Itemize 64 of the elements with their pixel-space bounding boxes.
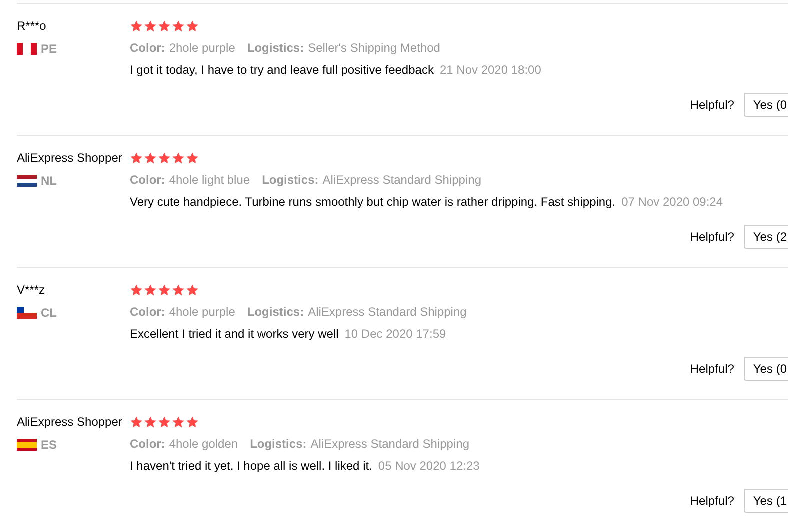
yes-button[interactable]: Yes (0 bbox=[744, 93, 788, 117]
star-icon bbox=[172, 416, 185, 428]
helpful-label: Helpful? bbox=[690, 229, 734, 246]
star-icon bbox=[158, 20, 171, 32]
country-code: ES bbox=[41, 437, 58, 454]
helpful-label: Helpful? bbox=[690, 97, 734, 114]
star-icon bbox=[144, 416, 157, 428]
star-icon bbox=[158, 416, 171, 428]
star-icon bbox=[158, 284, 171, 296]
color-label: Color: bbox=[130, 437, 166, 451]
country-code: CL bbox=[41, 305, 57, 322]
color-value: 4hole light blue bbox=[169, 173, 250, 187]
country-code: PE bbox=[41, 41, 58, 58]
helpful-label: Helpful? bbox=[690, 493, 734, 510]
review-date: 07 Nov 2020 09:24 bbox=[622, 195, 724, 209]
yes-button[interactable]: Yes (2 bbox=[744, 225, 788, 249]
star-icon bbox=[130, 284, 143, 296]
logistics-label: Logistics: bbox=[247, 41, 304, 55]
review-date: 05 Nov 2020 12:23 bbox=[378, 459, 480, 473]
color-label: Color: bbox=[130, 41, 166, 55]
logistics-label: Logistics: bbox=[247, 305, 304, 319]
color-label: Color: bbox=[130, 305, 166, 319]
reviewer-name: AliExpress Shopper bbox=[17, 150, 124, 166]
logistics-value: AliExpress Standard Shipping bbox=[308, 305, 467, 319]
review-date: 21 Nov 2020 18:00 bbox=[440, 63, 542, 77]
star-icon bbox=[172, 152, 185, 164]
helpful-label: Helpful? bbox=[690, 361, 734, 378]
logistics-label: Logistics: bbox=[262, 173, 319, 187]
color-value: 4hole purple bbox=[169, 305, 236, 319]
star-icon bbox=[186, 20, 199, 32]
review-text: Excellent I tried it and it works very well bbox=[130, 327, 339, 341]
star-icon bbox=[158, 152, 171, 164]
star-icon bbox=[130, 20, 143, 32]
reviewer-name: AliExpress Shopper bbox=[17, 414, 124, 430]
star-icon bbox=[186, 152, 199, 164]
review-text: I haven't tried it yet. I hope all is well. I liked it. bbox=[130, 459, 372, 473]
review-date: 10 Dec 2020 17:59 bbox=[344, 327, 446, 341]
star-icon bbox=[144, 152, 157, 164]
flag-icon bbox=[17, 175, 37, 187]
color-label: Color: bbox=[130, 173, 166, 187]
star-icon bbox=[186, 284, 199, 296]
flag-icon bbox=[17, 307, 37, 319]
color-value: 4hole golden bbox=[169, 437, 238, 451]
color-value: 2hole purple bbox=[169, 41, 236, 55]
yes-button[interactable]: Yes (0 bbox=[744, 357, 788, 381]
star-icon bbox=[144, 284, 157, 296]
star-icon bbox=[172, 20, 185, 32]
logistics-label: Logistics: bbox=[250, 437, 307, 451]
logistics-value: AliExpress Standard Shipping bbox=[310, 437, 470, 451]
star-icon bbox=[172, 284, 185, 296]
star-icon bbox=[130, 152, 143, 164]
review-text: I got it today, I have to try and leave full positive feedback bbox=[130, 63, 434, 77]
star-icon bbox=[186, 416, 199, 428]
star-icon bbox=[130, 416, 143, 428]
country-code: NL bbox=[41, 173, 57, 190]
yes-button[interactable]: Yes (1 bbox=[744, 489, 788, 513]
review-text: Very cute handpiece. Turbine runs smoothly but chip water is rather dripping. Fast shipping. bbox=[130, 195, 616, 209]
reviewer-name: V***z bbox=[17, 282, 46, 298]
logistics-value: AliExpress Standard Shipping bbox=[322, 173, 482, 187]
star-icon bbox=[144, 20, 157, 32]
flag-icon bbox=[17, 43, 37, 55]
reviewer-name: R***o bbox=[17, 18, 48, 34]
logistics-value: Seller's Shipping Method bbox=[308, 41, 440, 55]
flag-icon bbox=[17, 439, 37, 451]
